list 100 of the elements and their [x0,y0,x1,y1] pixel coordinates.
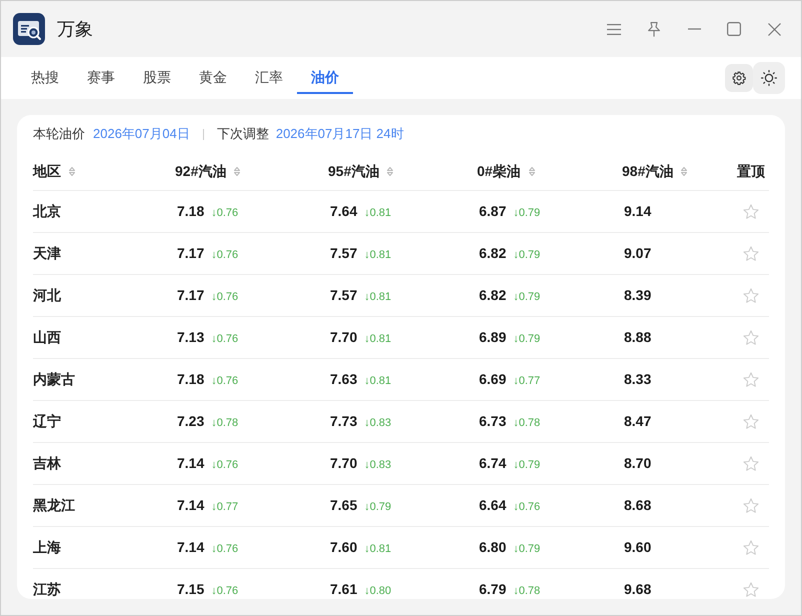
price-change: ↓0.77 [513,374,540,389]
price-value: 6.79 [479,580,506,599]
column-header[interactable]: 地区 [33,160,61,182]
star-icon[interactable] [742,454,760,472]
price-change: ↓0.81 [364,374,392,389]
price-value: 6.73 [479,412,506,431]
price-value: 7.15 [177,580,204,599]
price-change: ↓0.76 [211,458,238,473]
price-change: ↓0.81 [364,290,392,305]
column-header[interactable]: 95#汽油 [328,160,380,182]
next-adjust-label: 下次调整 [216,125,269,144]
price-value: 7.63 [330,370,358,389]
sort-icon[interactable] [528,166,535,176]
price-change: ↓0.81 [364,332,392,347]
region-name: 天津 [33,244,61,263]
price-change: ↓0.76 [211,584,238,599]
price-change: ↓0.83 [364,416,392,431]
price-value: 7.57 [330,286,358,305]
column-header[interactable]: 98#汽油 [622,160,674,182]
price-change: ↓0.81 [364,542,392,557]
sort-icon[interactable] [681,166,688,176]
price-value: 7.17 [177,244,204,263]
price-change: ↓0.79 [513,248,540,263]
column-header: 置顶 [737,162,765,180]
maximize-icon [727,22,741,36]
price-value: 6.80 [479,538,506,557]
region-name: 山西 [33,328,61,347]
price-value: 7.73 [330,412,358,431]
price-value: 9.68 [624,580,652,599]
star-icon[interactable] [742,412,760,430]
region-name: 河北 [33,286,61,305]
price-value: 8.39 [624,286,652,305]
settings-icon [732,71,746,85]
pushpin-icon [648,22,660,36]
price-value: 7.14 [177,454,204,473]
sort-icon[interactable] [387,166,394,176]
tab[interactable]: 赛事 [73,57,129,94]
price-change: ↓0.76 [211,290,238,305]
column-header[interactable]: 92#汽油 [175,160,226,182]
price-value: 7.64 [330,202,358,221]
price-value: 7.13 [177,328,204,347]
price-change: ↓0.78 [513,584,540,599]
price-value: 8.70 [624,454,652,473]
price-value: 6.64 [479,496,506,515]
price-value: 7.65 [330,496,358,515]
star-icon[interactable] [742,244,760,262]
price-value: 9.60 [624,538,652,557]
price-value: 6.87 [479,202,506,221]
price-value: 7.18 [177,370,204,389]
price-value: 7.57 [330,244,358,263]
price-value: 7.18 [177,202,204,221]
window-title: 万象 [57,18,93,40]
price-change: ↓0.79 [364,500,392,515]
price-change: ↓0.80 [364,584,392,599]
region-name: 吉林 [33,454,61,473]
price-value: 9.07 [624,244,652,263]
star-icon[interactable] [742,370,760,388]
price-value: 7.61 [330,580,358,599]
tab[interactable]: 黄金 [185,57,241,94]
price-change: ↓0.79 [513,542,540,557]
price-change: ↓0.76 [211,542,238,557]
region-name: 上海 [33,538,61,557]
price-change: ↓0.79 [513,458,540,473]
theme-toggle-button[interactable] [753,62,785,94]
price-value: 8.68 [624,496,652,515]
price-value: 7.14 [177,496,204,515]
price-value: 6.89 [479,328,506,347]
tab[interactable]: 股票 [129,57,185,94]
star-icon[interactable] [742,538,760,556]
price-value: 7.23 [177,412,204,431]
current-price-date: 2026年07月04日 [93,125,190,144]
sort-icon[interactable] [234,166,240,176]
price-change: ↓0.79 [513,206,540,221]
price-value: 7.17 [177,286,204,305]
price-value: 8.47 [624,412,652,431]
star-icon[interactable] [742,496,760,514]
current-price-label: 本轮油价 [33,125,85,144]
price-value: 8.33 [624,370,652,389]
price-change: ↓0.81 [364,248,392,263]
menu-icon [607,24,621,34]
close-icon [768,22,780,36]
price-change: ↓0.79 [513,332,540,347]
region-name: 内蒙古 [33,370,75,389]
price-value: 7.70 [330,454,358,473]
price-change: ↓0.76 [513,500,540,515]
star-icon[interactable] [742,580,760,598]
star-icon[interactable] [742,286,760,304]
price-change: ↓0.76 [211,206,238,221]
tab[interactable]: 油价 [297,57,353,94]
tab[interactable]: 汇率 [241,57,297,94]
minimize-icon [688,28,700,30]
tab[interactable]: 热搜 [17,57,73,94]
price-change: ↓0.83 [364,458,392,473]
sort-icon[interactable] [69,166,75,176]
price-value: 6.74 [479,454,506,473]
star-icon[interactable] [742,202,760,220]
star-icon[interactable] [742,328,760,346]
settings-button[interactable] [725,64,753,92]
region-name: 江苏 [33,580,61,599]
column-header[interactable]: 0#柴油 [477,160,521,182]
